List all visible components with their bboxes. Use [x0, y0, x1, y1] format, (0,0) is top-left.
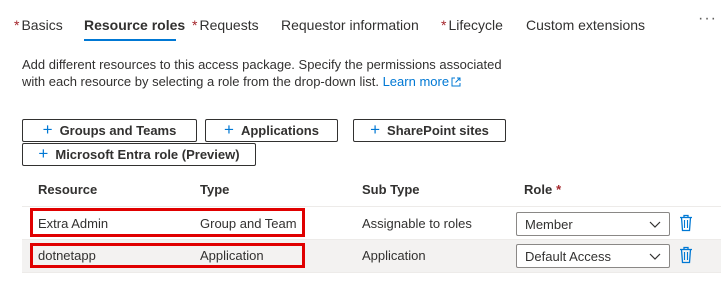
learn-more-link[interactable]: Learn more — [383, 74, 461, 89]
trash-icon[interactable] — [679, 246, 693, 264]
tab-bar: * Basics Resource roles * Requests Request… — [0, 0, 721, 50]
add-sharepoint-sites-button[interactable]: + SharePoint sites — [353, 119, 506, 142]
active-tab-indicator — [84, 39, 176, 41]
description: Add different resources to this access p… — [22, 56, 512, 90]
tab-resource-roles[interactable]: Resource roles — [84, 16, 185, 34]
tab-requestor-information[interactable]: Requestor information — [281, 16, 419, 34]
add-entra-role-button[interactable]: + Microsoft Entra role (Preview) — [22, 143, 256, 166]
highlight-box-row2 — [30, 243, 305, 268]
row-divider — [22, 272, 721, 273]
tab-requests[interactable]: * Requests — [192, 16, 259, 34]
add-applications-button[interactable]: + Applications — [205, 119, 338, 142]
column-header-subtype: Sub Type — [362, 182, 420, 197]
add-groups-and-teams-button[interactable]: + Groups and Teams — [22, 119, 197, 142]
external-link-icon — [451, 77, 461, 87]
column-header-role: Role * — [524, 182, 562, 197]
role-dropdown[interactable]: Member — [516, 212, 670, 236]
tab-lifecycle[interactable]: * Lifecycle — [441, 16, 503, 34]
highlight-box-row1 — [30, 208, 305, 237]
chevron-down-icon — [649, 221, 661, 228]
plus-icon: + — [42, 120, 53, 139]
header-divider — [22, 206, 721, 207]
more-tabs-button[interactable]: ··· — [698, 10, 717, 28]
plus-icon: + — [224, 120, 234, 139]
trash-icon[interactable] — [679, 214, 693, 232]
plus-icon: + — [38, 144, 49, 163]
tab-basics[interactable]: * Basics — [14, 16, 63, 34]
plus-icon: + — [370, 120, 381, 139]
tab-custom-extensions[interactable]: Custom extensions — [526, 16, 645, 34]
column-header-resource: Resource — [38, 182, 98, 197]
subtype-cell: Application — [362, 248, 426, 263]
chevron-down-icon — [649, 253, 661, 260]
column-header-type: Type — [200, 182, 230, 197]
subtype-cell: Assignable to roles — [362, 216, 472, 231]
role-dropdown[interactable]: Default Access — [516, 244, 670, 268]
